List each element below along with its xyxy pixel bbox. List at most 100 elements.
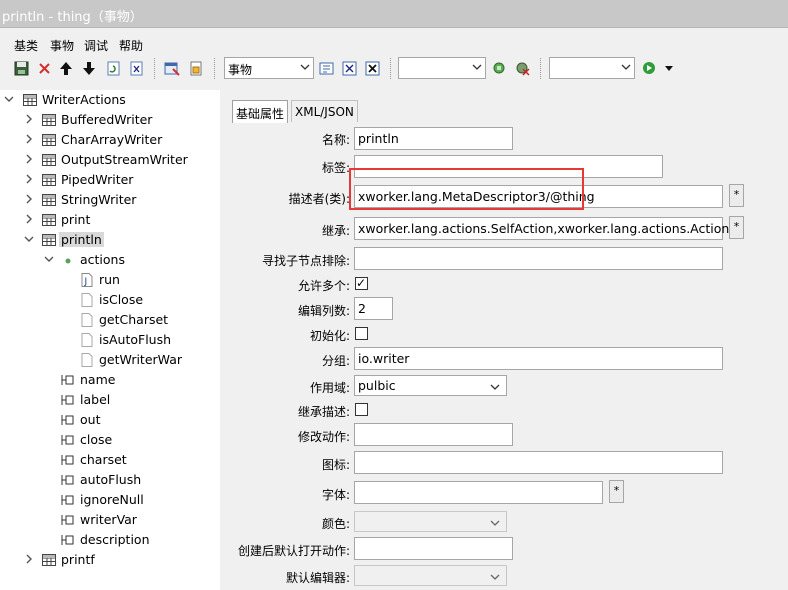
toolbar: 事物 bbox=[0, 56, 788, 82]
editor-select[interactable] bbox=[354, 565, 507, 586]
thing-combo-value: 事物 bbox=[228, 63, 253, 77]
delete-icon[interactable] bbox=[35, 59, 53, 77]
font-label: 字体: bbox=[321, 488, 350, 502]
file-icon bbox=[81, 293, 93, 307]
attribute-icon bbox=[61, 495, 74, 505]
name-label: 名称: bbox=[321, 133, 350, 147]
file-icon bbox=[81, 313, 93, 327]
inherit-checkbox[interactable] bbox=[355, 403, 368, 416]
menu-base[interactable]: 基类 bbox=[14, 37, 38, 54]
tree-item-label: isClose bbox=[99, 292, 144, 307]
run-combo[interactable] bbox=[549, 57, 635, 79]
plugin-green-icon[interactable] bbox=[490, 59, 508, 77]
chevron-right-icon[interactable] bbox=[24, 154, 34, 164]
chevron-down-icon[interactable] bbox=[4, 94, 14, 104]
scope-select[interactable]: pulbic bbox=[354, 375, 507, 396]
annotation-highlight bbox=[349, 168, 584, 210]
run-icon[interactable] bbox=[640, 59, 658, 77]
tree-item-label: PipedWriter bbox=[61, 172, 134, 187]
menu-debug[interactable]: 调试 bbox=[84, 37, 108, 54]
excludes-label: 寻找子节点排除: bbox=[261, 254, 350, 268]
init-checkbox[interactable] bbox=[355, 327, 368, 340]
chevron-right-icon[interactable] bbox=[24, 194, 34, 204]
openaction-field[interactable] bbox=[354, 537, 513, 560]
init-label: 初始化: bbox=[309, 329, 350, 343]
tree-item-label: name bbox=[80, 372, 116, 387]
arrow-down-icon[interactable] bbox=[80, 59, 98, 77]
edit-icon[interactable] bbox=[163, 59, 181, 77]
save-icon[interactable] bbox=[12, 59, 30, 77]
package-icon[interactable] bbox=[187, 59, 205, 77]
tree-root-label: WriterActions bbox=[42, 92, 126, 107]
attribute-icon bbox=[61, 455, 74, 465]
svg-text:J: J bbox=[84, 277, 88, 287]
chevron-down-icon bbox=[490, 384, 500, 390]
label-label: 标签: bbox=[321, 161, 350, 175]
chevron-down-icon bbox=[621, 64, 631, 70]
chevron-right-icon[interactable] bbox=[24, 134, 34, 144]
many-checkbox[interactable]: ✓ bbox=[355, 276, 368, 290]
attribute-icon bbox=[61, 475, 74, 485]
thing-combo[interactable]: 事物 bbox=[224, 57, 314, 79]
java-file-icon: J bbox=[81, 273, 93, 287]
chevron-right-icon[interactable] bbox=[24, 174, 34, 184]
title-bar: println - thing（事物） bbox=[0, 0, 788, 28]
editor-label: 默认编辑器: bbox=[285, 571, 350, 585]
dot-icon bbox=[65, 258, 71, 264]
tree-item-label: writerVar bbox=[80, 512, 137, 527]
tab-basic[interactable]: 基础属性 bbox=[232, 100, 289, 123]
thing-icon[interactable] bbox=[317, 59, 335, 77]
chevron-right-icon[interactable] bbox=[24, 214, 34, 224]
close-x-icon[interactable] bbox=[340, 59, 358, 77]
tree-item-label: CharArrayWriter bbox=[61, 132, 163, 147]
tree-item-label: charset bbox=[80, 452, 127, 467]
chevron-right-icon[interactable] bbox=[24, 114, 34, 124]
tree-item-label: print bbox=[61, 212, 91, 227]
extends-browse-button[interactable]: * bbox=[729, 216, 744, 239]
attribute-icon bbox=[61, 535, 74, 545]
menu-help[interactable]: 帮助 bbox=[119, 37, 143, 54]
descriptor-browse-button[interactable]: * bbox=[729, 184, 744, 207]
action-combo[interactable] bbox=[398, 57, 486, 79]
extends-label: 继承: bbox=[321, 224, 350, 238]
tab-xml-json[interactable]: XML/JSON bbox=[291, 100, 358, 122]
name-field[interactable]: println bbox=[354, 127, 513, 150]
check-mark-icon: ✓ bbox=[356, 276, 367, 290]
many-label: 允许多个: bbox=[297, 279, 350, 293]
color-select[interactable] bbox=[354, 511, 507, 532]
menu-bar: 基类 事物 调试 帮助 bbox=[0, 28, 788, 56]
tree-item-label: StringWriter bbox=[61, 192, 137, 207]
font-browse-button[interactable]: * bbox=[609, 480, 624, 503]
tree-root[interactable]: WriterActions bbox=[0, 90, 220, 110]
tree-item-label: label bbox=[80, 392, 111, 407]
editcols-label: 编辑列数: bbox=[297, 304, 350, 318]
tree-item-label: BufferedWriter bbox=[61, 112, 153, 127]
chevron-down-icon[interactable] bbox=[24, 234, 34, 244]
icon-field[interactable] bbox=[354, 451, 723, 474]
arrow-up-icon[interactable] bbox=[57, 59, 75, 77]
close-xx-icon[interactable] bbox=[363, 59, 381, 77]
font-field[interactable] bbox=[354, 481, 603, 504]
openaction-label: 创建后默认打开动作: bbox=[237, 544, 350, 558]
inherit-label: 继承描述: bbox=[297, 405, 350, 419]
extends-field[interactable]: xworker.lang.actions.SelfAction,xworker.… bbox=[354, 217, 736, 240]
chevron-down-icon bbox=[472, 64, 482, 70]
editcols-field[interactable]: 2 bbox=[354, 297, 393, 320]
chevron-down-icon[interactable] bbox=[44, 254, 54, 264]
table-icon bbox=[42, 194, 56, 206]
excludes-field[interactable] bbox=[354, 247, 723, 270]
attribute-icon bbox=[61, 395, 74, 405]
tree-item[interactable]: BufferedWriter bbox=[0, 110, 220, 130]
tree-item-label: printf bbox=[61, 552, 95, 567]
plugin-x-icon[interactable] bbox=[513, 59, 531, 77]
attribute-icon bbox=[61, 375, 74, 385]
chevron-down-icon bbox=[300, 64, 310, 70]
menu-thing[interactable]: 事物 bbox=[50, 37, 74, 54]
refresh-icon[interactable] bbox=[104, 59, 122, 77]
group-field[interactable]: io.writer bbox=[354, 347, 723, 370]
dropdown-icon[interactable] bbox=[660, 59, 678, 77]
file-icon bbox=[81, 353, 93, 367]
chevron-right-icon[interactable] bbox=[24, 554, 34, 564]
modify-field[interactable] bbox=[354, 423, 513, 446]
xml-icon[interactable] bbox=[127, 59, 145, 77]
